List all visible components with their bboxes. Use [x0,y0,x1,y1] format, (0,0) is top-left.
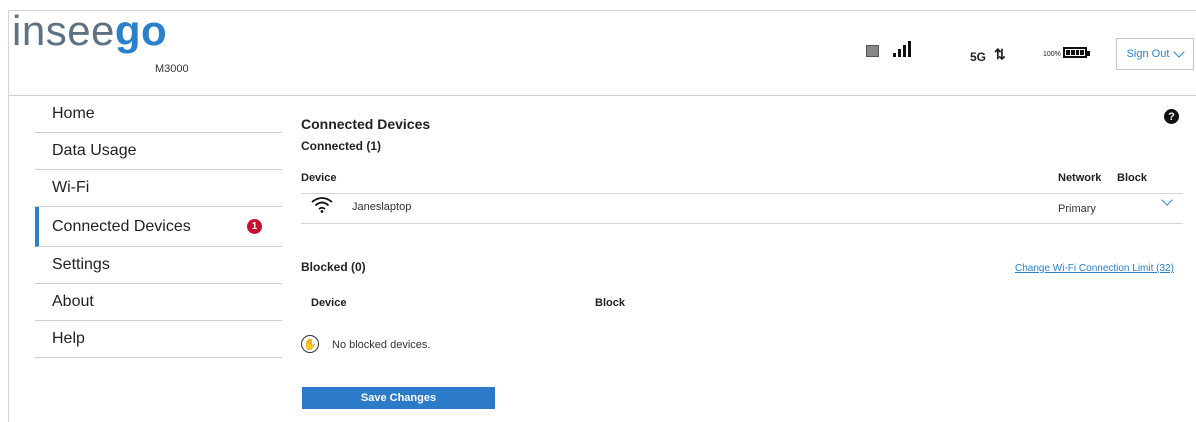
no-blocked-devices-text: No blocked devices. [332,339,431,351]
blocked-heading: Blocked (0) [301,260,366,274]
table-header-divider [301,193,1183,194]
sidebar-item-label: Connected Devices [52,217,191,235]
chevron-down-icon [1173,46,1186,58]
connected-col-network: Network [1058,172,1102,184]
sidebar: Home Data Usage Wi-Fi Connected Devices … [35,96,282,358]
blocked-col-block: Block [595,297,625,309]
sidebar-item-label: About [52,293,94,310]
page-title: Connected Devices [301,116,431,132]
ethernet-icon [866,45,879,57]
notification-badge: 1 [247,219,262,234]
battery-percent: 100% [1043,51,1061,58]
sidebar-item-label: Home [52,105,95,122]
sidebar-item-label: Data Usage [52,142,137,159]
connected-heading: Connected (1) [301,139,382,153]
inseego-logo: inseego [12,7,168,54]
hand-icon: ✋ [301,335,319,353]
sidebar-item-label: Wi-Fi [52,179,90,196]
device-network: Primary [1058,203,1096,215]
battery-icon [1063,47,1090,58]
device-model: M3000 [155,63,189,75]
sidebar-item-settings[interactable]: Settings [35,247,282,284]
sidebar-item-help[interactable]: Help [35,321,282,358]
data-transfer-icon: ⇅ [994,46,1006,62]
sidebar-item-connected-devices[interactable]: Connected Devices 1 [35,207,282,247]
wifi-icon [311,197,333,213]
device-name: Janeslaptop [352,201,412,213]
sidebar-item-wifi[interactable]: Wi-Fi [35,170,282,207]
connected-col-device: Device [301,172,337,184]
blocked-col-device: Device [311,297,347,309]
sidebar-item-data-usage[interactable]: Data Usage [35,133,282,170]
save-changes-button[interactable]: Save Changes [302,387,495,409]
change-connection-limit-link[interactable]: Change Wi-Fi Connection Limit (32) [1015,263,1174,274]
sidebar-item-home[interactable]: Home [35,96,282,133]
network-type: 5G [970,50,987,64]
connected-col-block: Block [1117,172,1147,184]
sign-out-label: Sign Out [1126,48,1170,60]
sign-out-button[interactable]: Sign Out [1116,38,1194,70]
table-row-divider [301,223,1183,224]
sidebar-item-about[interactable]: About [35,284,282,321]
signal-strength-icon [893,41,915,57]
sidebar-item-label: Settings [52,256,110,273]
help-icon[interactable]: ? [1164,109,1179,124]
sidebar-item-label: Help [52,330,85,347]
